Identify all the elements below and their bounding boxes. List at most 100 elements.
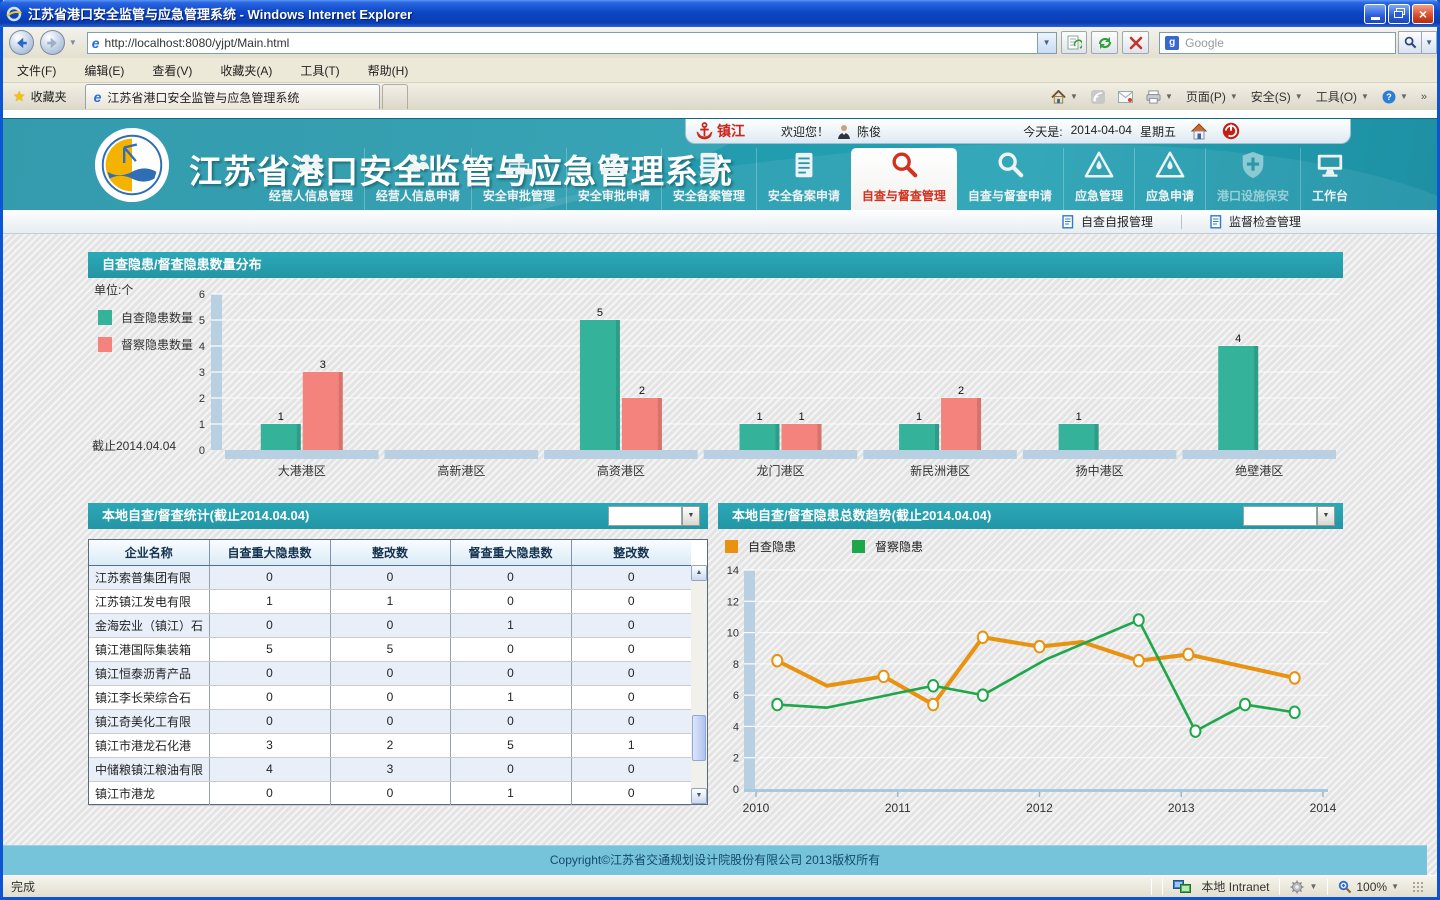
- stats-filter-select[interactable]: ▼: [608, 506, 700, 526]
- table-row[interactable]: 中储粮镇江粮油有限4300: [89, 757, 691, 781]
- nav-item-9[interactable]: 应急管理: [1063, 148, 1134, 210]
- table-row[interactable]: 江苏镇江发电有限1100: [89, 589, 691, 613]
- zoom-control[interactable]: 100% ▼: [1338, 880, 1399, 894]
- scrollbar-thumb[interactable]: [692, 715, 706, 761]
- table-cell: 0: [450, 709, 571, 733]
- svg-text:1: 1: [798, 411, 804, 423]
- tab-favicon: e: [94, 89, 102, 105]
- company-name: 江苏镇江发电有限: [89, 589, 209, 613]
- table-row[interactable]: 金海宏业（镇江）石0010: [89, 613, 691, 637]
- mail-button[interactable]: [1118, 91, 1133, 103]
- col-self-check-major: 自查重大隐患数: [209, 540, 330, 565]
- tools-menu-button[interactable]: 工具(O)▼: [1316, 88, 1369, 105]
- search-dropdown-button[interactable]: ▼: [1422, 31, 1437, 54]
- logout-button[interactable]: [1222, 122, 1240, 140]
- people-icon: [403, 150, 433, 185]
- search-input[interactable]: g Google: [1159, 32, 1396, 54]
- table-cell: 2: [330, 733, 450, 757]
- print-button[interactable]: ▼: [1146, 90, 1173, 104]
- trend-filter-select[interactable]: ▼: [1243, 506, 1335, 526]
- status-text: 完成: [3, 878, 35, 895]
- scroll-down-button[interactable]: ▼: [691, 788, 707, 804]
- nav-item-1[interactable]: 经营人信息管理: [258, 148, 364, 210]
- svg-text:1: 1: [278, 411, 284, 423]
- table-row[interactable]: 镇江李长荣综合石0010: [89, 685, 691, 709]
- menu-tools[interactable]: 工具(T): [300, 62, 339, 79]
- menu-edit[interactable]: 编辑(E): [84, 62, 124, 79]
- restore-button[interactable]: [1388, 4, 1410, 24]
- svg-text:2: 2: [958, 385, 964, 397]
- help-button[interactable]: ? ▼: [1382, 90, 1408, 104]
- subnav-label: 自查自报管理: [1081, 213, 1153, 230]
- forward-button[interactable]: [40, 30, 65, 55]
- command-bar: ▼ ▼ 页面(P)▼ 安全(S)▼ 工具(O)▼ ? ▼ »: [1051, 88, 1437, 105]
- protected-mode-button[interactable]: ▼: [1290, 880, 1317, 894]
- minimize-button[interactable]: [1364, 4, 1386, 24]
- new-tab-stub[interactable]: [382, 84, 408, 109]
- company-name: 镇江港国际集装箱: [89, 637, 209, 661]
- nav-item-10[interactable]: 应急申请: [1134, 148, 1205, 210]
- nav-item-5[interactable]: 安全备案管理: [661, 148, 756, 210]
- safety-menu-button[interactable]: 安全(S)▼: [1251, 88, 1303, 105]
- bar-panel-title: 自查隐患/督查隐患数量分布: [102, 257, 262, 272]
- menu-help[interactable]: 帮助(H): [368, 62, 409, 79]
- table-cell: 1: [450, 613, 571, 637]
- page-tab[interactable]: e 江苏省港口安全监管与应急管理系统: [85, 84, 380, 109]
- overflow-chevron[interactable]: »: [1421, 91, 1427, 103]
- table-row[interactable]: 江苏索普集团有限0000: [89, 565, 691, 589]
- warning-icon: [1084, 150, 1114, 185]
- current-weekday: 星期五: [1140, 123, 1176, 140]
- history-dropdown[interactable]: ▼: [69, 38, 77, 47]
- window-edge: [1431, 110, 1437, 875]
- nav-item-12[interactable]: 工作台: [1300, 148, 1359, 210]
- nav-item-2[interactable]: 经营人信息申请: [364, 148, 471, 210]
- back-button[interactable]: [9, 30, 34, 55]
- nav-item-3[interactable]: 安全审批管理: [471, 148, 566, 210]
- nav-item-11[interactable]: 港口设施保安: [1205, 148, 1300, 210]
- menu-file[interactable]: 文件(F): [17, 62, 56, 79]
- table-cell: 0: [209, 565, 330, 589]
- subnav-item-supervision-check[interactable]: 监督检查管理: [1182, 213, 1329, 230]
- close-button[interactable]: ×: [1412, 4, 1434, 24]
- address-input[interactable]: e http://localhost:8080/yjpt/Main.html: [87, 32, 1038, 54]
- menu-bar: 文件(F) 编辑(E) 查看(V) 收藏夹(A) 工具(T) 帮助(H): [3, 58, 1437, 83]
- nav-item-7[interactable]: 自查与督查管理: [851, 148, 957, 210]
- table-row[interactable]: 镇江市港龙石化港3251: [89, 733, 691, 757]
- compatibility-view-button[interactable]: [1061, 31, 1088, 54]
- stats-panel-header: 本地自查/督查统计(截止2014.04.04) ▼: [88, 503, 708, 529]
- search-button[interactable]: [1398, 31, 1422, 54]
- browser-window: 江苏省港口安全监管与应急管理系统 - Windows Internet Expl…: [0, 0, 1440, 900]
- favorites-button[interactable]: ★ 收藏夹: [13, 88, 67, 105]
- table-header-row: 企业名称 自查重大隐患数 整改数 督查重大隐患数 整改数: [89, 540, 691, 565]
- stop-button[interactable]: [1122, 31, 1149, 54]
- nav-item-4[interactable]: 安全审批申请: [566, 148, 661, 210]
- company-name: 金海宏业（镇江）石: [89, 613, 209, 637]
- nav-item-6[interactable]: 安全备案申请: [756, 148, 851, 210]
- scroll-up-button[interactable]: ▲: [691, 565, 707, 581]
- table-cell: 0: [330, 781, 450, 805]
- address-dropdown-button[interactable]: ▼: [1038, 32, 1057, 54]
- table-cell: 5: [209, 637, 330, 661]
- current-date: 2014-04-04: [1071, 123, 1132, 140]
- refresh-button[interactable]: [1091, 31, 1118, 54]
- svg-text:1: 1: [916, 411, 922, 423]
- table-row[interactable]: 镇江港国际集装箱5500: [89, 637, 691, 661]
- home-shortcut-button[interactable]: [1190, 123, 1208, 140]
- self-check-legend-label: 自查隐患: [748, 538, 796, 555]
- menu-favorites[interactable]: 收藏夹(A): [220, 62, 272, 79]
- feeds-button[interactable]: [1091, 90, 1105, 104]
- subnav-item-self-report[interactable]: 自查自报管理: [1034, 213, 1181, 230]
- search-icon: [1404, 36, 1417, 49]
- svg-text:截止2014.04.04: 截止2014.04.04: [92, 439, 176, 453]
- table-row[interactable]: 镇江恒泰沥青产品0000: [89, 661, 691, 685]
- table-row[interactable]: 镇江市港龙0010: [89, 781, 691, 805]
- svg-text:2010: 2010: [743, 801, 770, 815]
- svg-text:4: 4: [199, 341, 205, 353]
- table-scrollbar[interactable]: ▲ ▼: [691, 565, 707, 804]
- menu-view[interactable]: 查看(V): [152, 62, 192, 79]
- page-menu-button[interactable]: 页面(P)▼: [1186, 88, 1238, 105]
- nav-item-8[interactable]: 自查与督查申请: [957, 148, 1063, 210]
- table-row[interactable]: 镇江奇美化工有限0000: [89, 709, 691, 733]
- resize-grip[interactable]: [1413, 882, 1423, 892]
- home-button[interactable]: ▼: [1051, 90, 1078, 104]
